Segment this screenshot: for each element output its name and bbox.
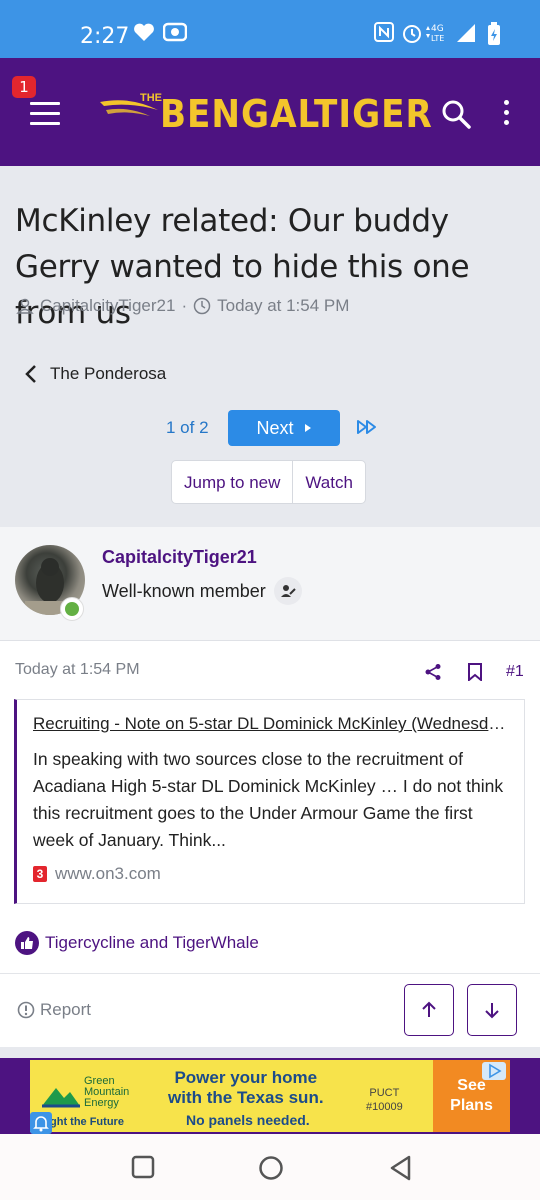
user-icon: [16, 298, 34, 314]
meta-separator: ·: [181, 296, 188, 315]
link-preview[interactable]: Recruiting - Note on 5-star DL Dominick …: [14, 699, 525, 904]
status-time: 2:27: [80, 24, 130, 49]
clock-icon: [193, 297, 211, 315]
bookmark-icon[interactable]: [467, 663, 483, 681]
battery-icon: [488, 22, 500, 45]
report-label: Report: [40, 1000, 92, 1019]
camera-icon: [163, 22, 187, 42]
notification-badge: 1: [12, 76, 36, 98]
svg-text:4G: 4G: [431, 24, 444, 34]
chevron-left-icon: [25, 365, 36, 383]
logo-bengal: BENGALTIGER: [160, 92, 433, 136]
menu-button[interactable]: [30, 102, 60, 125]
thread-meta: CapitalcityTiger21 · Today at 1:54 PM: [16, 296, 349, 316]
alarm-icon: [403, 25, 421, 43]
reactions-users[interactable]: Tigercycline and TigerWhale: [45, 933, 259, 953]
post-date[interactable]: Today at 1:54 PM: [15, 661, 140, 679]
link-preview-description: In speaking with two sources close to th…: [33, 749, 504, 850]
logo-tiger: TIGER: [314, 92, 433, 136]
heart-icon: [134, 23, 154, 41]
lte-icon: 4GLTE: [426, 24, 444, 43]
share-icon[interactable]: [424, 663, 442, 681]
user-edit-icon[interactable]: [273, 577, 302, 605]
bell-icon[interactable]: [30, 1112, 52, 1134]
arrow-up-icon: [422, 1001, 436, 1017]
recent-apps-icon[interactable]: [130, 1154, 156, 1180]
ad-tagline: ght the Future: [50, 1116, 124, 1128]
menu-icon: [30, 102, 60, 105]
ad-content[interactable]: Green Mountain Energy ght the Future Pow…: [30, 1060, 510, 1132]
post-footer: Report: [0, 973, 540, 1047]
adchoices-icon[interactable]: [482, 1062, 506, 1080]
site-logo[interactable]: THE BENGALTIGER: [100, 84, 432, 140]
last-page-icon[interactable]: [356, 418, 378, 436]
alert-icon: [17, 1001, 35, 1019]
user-title: Well-known member: [102, 577, 302, 605]
back-icon[interactable]: [388, 1154, 414, 1182]
post-username[interactable]: CapitalcityTiger21: [102, 547, 257, 568]
reactions-bar[interactable]: Tigercycline and TigerWhale: [15, 931, 259, 955]
arrow-down-icon: [485, 1003, 499, 1019]
mountain-logo-icon: [42, 1088, 80, 1108]
site-favicon-icon: 3: [33, 866, 47, 882]
next-label: Next: [256, 417, 294, 438]
user-title-text: Well-known member: [102, 580, 266, 601]
link-preview-source: 3 www.on3.com: [33, 864, 161, 884]
report-button[interactable]: Report: [17, 1000, 91, 1020]
svg-text:LTE: LTE: [431, 34, 444, 43]
link-preview-title[interactable]: Recruiting - Note on 5-star DL Dominick …: [33, 714, 509, 734]
post: CapitalcityTiger21 Well-known member Tod…: [0, 527, 540, 1047]
system-nav-bar: [0, 1134, 540, 1200]
logo-the: THE: [140, 92, 162, 104]
breadcrumb-forum[interactable]: The Ponderosa: [50, 364, 166, 384]
jump-to-new-button[interactable]: Jump to new: [172, 461, 292, 503]
ad-headline: Power your home with the Texas sun.: [168, 1068, 324, 1107]
status-bar: 2:27 4G LTE: [0, 0, 540, 58]
breadcrumb[interactable]: The Ponderosa: [24, 364, 166, 384]
post-user-block: CapitalcityTiger21 Well-known member: [0, 527, 540, 641]
post-number[interactable]: #1: [506, 663, 524, 681]
page-position[interactable]: 1 of 2: [166, 418, 209, 438]
nfc-icon: [374, 22, 394, 42]
next-page-button[interactable]: Next: [228, 410, 340, 446]
thread-author[interactable]: CapitalcityTiger21: [40, 296, 175, 316]
more-options-button[interactable]: [498, 100, 514, 130]
pagination: 1 of 2 Next: [0, 410, 540, 446]
search-icon[interactable]: [440, 98, 472, 130]
scroll-up-button[interactable]: [404, 984, 454, 1036]
thread-actions: Jump to new Watch: [171, 460, 366, 504]
scroll-down-button[interactable]: [467, 984, 517, 1036]
watch-button[interactable]: Watch: [292, 461, 365, 503]
signal-icon: [457, 24, 475, 42]
like-icon: [15, 931, 39, 955]
online-status-icon: [60, 597, 84, 621]
thread-time[interactable]: Today at 1:54 PM: [217, 296, 349, 316]
ad-banner[interactable]: Green Mountain Energy ght the Future Pow…: [0, 1058, 540, 1134]
ad-license: PUCT #10009: [366, 1087, 403, 1113]
link-preview-domain: www.on3.com: [55, 864, 161, 883]
ad-subline: No panels needed.: [186, 1112, 310, 1128]
caret-right-icon: [304, 424, 311, 432]
home-icon[interactable]: [257, 1154, 285, 1182]
ad-brand: Green Mountain Energy: [84, 1075, 130, 1109]
